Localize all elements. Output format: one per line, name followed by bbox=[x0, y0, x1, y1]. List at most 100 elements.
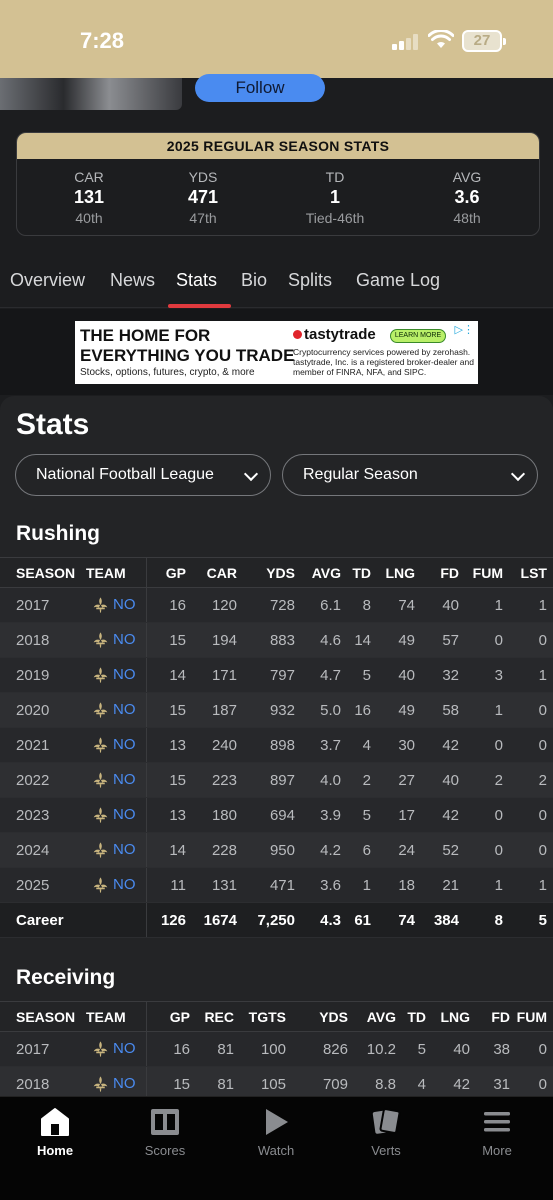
table-cell: 0 bbox=[509, 797, 553, 833]
tab-bio[interactable]: Bio bbox=[241, 270, 267, 291]
col-fd[interactable]: FD bbox=[421, 557, 465, 588]
league-select-value: National Football League bbox=[36, 466, 214, 483]
team-link[interactable]: NO bbox=[113, 596, 136, 613]
cell-team[interactable]: NO bbox=[86, 727, 147, 763]
nav-more[interactable]: More bbox=[457, 1107, 537, 1158]
saints-fleur-de-lis-icon bbox=[93, 807, 108, 823]
cell-season: 2019 bbox=[0, 657, 86, 693]
tab-stats[interactable]: Stats bbox=[176, 270, 217, 291]
col-avg[interactable]: AVG bbox=[354, 1001, 402, 1032]
team-link[interactable]: NO bbox=[113, 1075, 136, 1092]
stat-rank: Tied-46th bbox=[305, 210, 365, 226]
col-gp[interactable]: GP bbox=[146, 557, 192, 588]
table-cell: 14 bbox=[347, 622, 377, 658]
player-avatar bbox=[0, 78, 182, 110]
table-cell: 42 bbox=[421, 797, 465, 833]
cell-team[interactable]: NO bbox=[86, 1031, 147, 1067]
table-cell: 49 bbox=[377, 622, 421, 658]
col-fum[interactable]: FUM bbox=[516, 1001, 553, 1032]
cell-team[interactable]: NO bbox=[86, 867, 147, 903]
col-lng[interactable]: LNG bbox=[432, 1001, 476, 1032]
col-lst[interactable]: LST bbox=[509, 557, 553, 588]
col-fum[interactable]: FUM bbox=[465, 557, 509, 588]
tab-splits[interactable]: Splits bbox=[288, 270, 332, 291]
nav-watch-label: Watch bbox=[257, 1143, 295, 1158]
tab-game-log[interactable]: Game Log bbox=[356, 270, 440, 291]
team-link[interactable]: NO bbox=[113, 631, 136, 648]
team-link[interactable]: NO bbox=[113, 876, 136, 893]
col-car[interactable]: CAR bbox=[192, 557, 243, 588]
stats-heading: Stats bbox=[16, 408, 90, 441]
cell-team[interactable]: NO bbox=[86, 797, 147, 833]
saints-fleur-de-lis-icon bbox=[93, 702, 108, 718]
table-cell: 223 bbox=[192, 762, 243, 798]
stat-value: 3.6 bbox=[454, 187, 480, 207]
table-cell: 728 bbox=[243, 587, 301, 623]
table-row: 2019 NO 14 171 797 4.7 5 40 32 3 1 bbox=[0, 657, 553, 693]
col-avg[interactable]: AVG bbox=[301, 557, 347, 588]
cell-team[interactable]: NO bbox=[86, 587, 147, 623]
season-type-select[interactable]: Regular Season bbox=[282, 454, 538, 496]
col-fd[interactable]: FD bbox=[476, 1001, 516, 1032]
team-link[interactable]: NO bbox=[113, 1040, 136, 1057]
cell-season: Career bbox=[0, 902, 86, 938]
col-rec[interactable]: REC bbox=[196, 1001, 240, 1032]
team-link[interactable]: NO bbox=[113, 806, 136, 823]
battery-icon: 27 bbox=[462, 30, 506, 52]
col-td[interactable]: TD bbox=[347, 557, 377, 588]
table-cell: 1 bbox=[465, 867, 509, 903]
team-link[interactable]: NO bbox=[113, 701, 136, 718]
saints-fleur-de-lis-icon bbox=[93, 737, 108, 753]
table-cell: 1 bbox=[509, 587, 553, 623]
cell-team[interactable]: NO bbox=[86, 657, 147, 693]
saints-fleur-de-lis-icon bbox=[93, 1041, 108, 1057]
col-tgts[interactable]: TGTS bbox=[240, 1001, 292, 1032]
tab-overview[interactable]: Overview bbox=[10, 270, 85, 291]
tab-news[interactable]: News bbox=[110, 270, 155, 291]
col-team[interactable]: TEAM bbox=[86, 1001, 147, 1032]
cell-season: 2025 bbox=[0, 867, 86, 903]
adchoices-icon[interactable]: ▷⋮ bbox=[455, 323, 474, 336]
cell-team[interactable]: NO bbox=[86, 692, 147, 728]
table-cell: 1 bbox=[465, 587, 509, 623]
saints-fleur-de-lis-icon bbox=[93, 772, 108, 788]
saints-fleur-de-lis-icon bbox=[93, 842, 108, 858]
team-link[interactable]: NO bbox=[113, 736, 136, 753]
cell-team[interactable]: NO bbox=[86, 622, 147, 658]
team-link[interactable]: NO bbox=[113, 771, 136, 788]
nav-scores[interactable]: Scores bbox=[125, 1107, 205, 1158]
wifi-icon bbox=[428, 30, 454, 48]
season-type-select-value: Regular Season bbox=[303, 466, 418, 483]
table-cell: 5 bbox=[509, 902, 553, 938]
col-td[interactable]: TD bbox=[402, 1001, 432, 1032]
saints-fleur-de-lis-icon bbox=[93, 597, 108, 613]
ad-banner[interactable]: THE HOME FOR EVERYTHING YOU TRADE Stocks… bbox=[75, 321, 478, 384]
team-link[interactable]: NO bbox=[113, 841, 136, 858]
col-season[interactable]: SEASON bbox=[0, 557, 86, 588]
saints-fleur-de-lis-icon bbox=[93, 877, 108, 893]
ad-cta-button[interactable]: LEARN MORE bbox=[390, 329, 446, 343]
cell-team[interactable]: NO bbox=[86, 762, 147, 798]
league-select[interactable]: National Football League bbox=[15, 454, 271, 496]
chevron-down-icon bbox=[510, 466, 526, 482]
nav-verts[interactable]: Verts bbox=[346, 1107, 426, 1158]
table-cell: 0 bbox=[465, 622, 509, 658]
col-season[interactable]: SEASON bbox=[0, 1001, 86, 1032]
bottom-nav: Home Scores Watch Verts More bbox=[0, 1096, 553, 1200]
table-cell: 240 bbox=[192, 727, 243, 763]
cell-team[interactable]: NO bbox=[86, 832, 147, 868]
col-lng[interactable]: LNG bbox=[377, 557, 421, 588]
col-yds[interactable]: YDS bbox=[243, 557, 301, 588]
season-stat-avg: AVG 3.6 48th bbox=[407, 169, 527, 226]
table-cell: 14 bbox=[146, 657, 192, 693]
cell-season: 2023 bbox=[0, 797, 86, 833]
nav-home[interactable]: Home bbox=[15, 1107, 95, 1158]
col-yds[interactable]: YDS bbox=[292, 1001, 354, 1032]
follow-button[interactable]: Follow bbox=[195, 74, 325, 102]
table-cell: 4.6 bbox=[301, 622, 347, 658]
table-cell: 57 bbox=[421, 622, 465, 658]
col-team[interactable]: TEAM bbox=[86, 557, 147, 588]
nav-watch[interactable]: Watch bbox=[236, 1107, 316, 1158]
team-link[interactable]: NO bbox=[113, 666, 136, 683]
col-gp[interactable]: GP bbox=[146, 1001, 196, 1032]
